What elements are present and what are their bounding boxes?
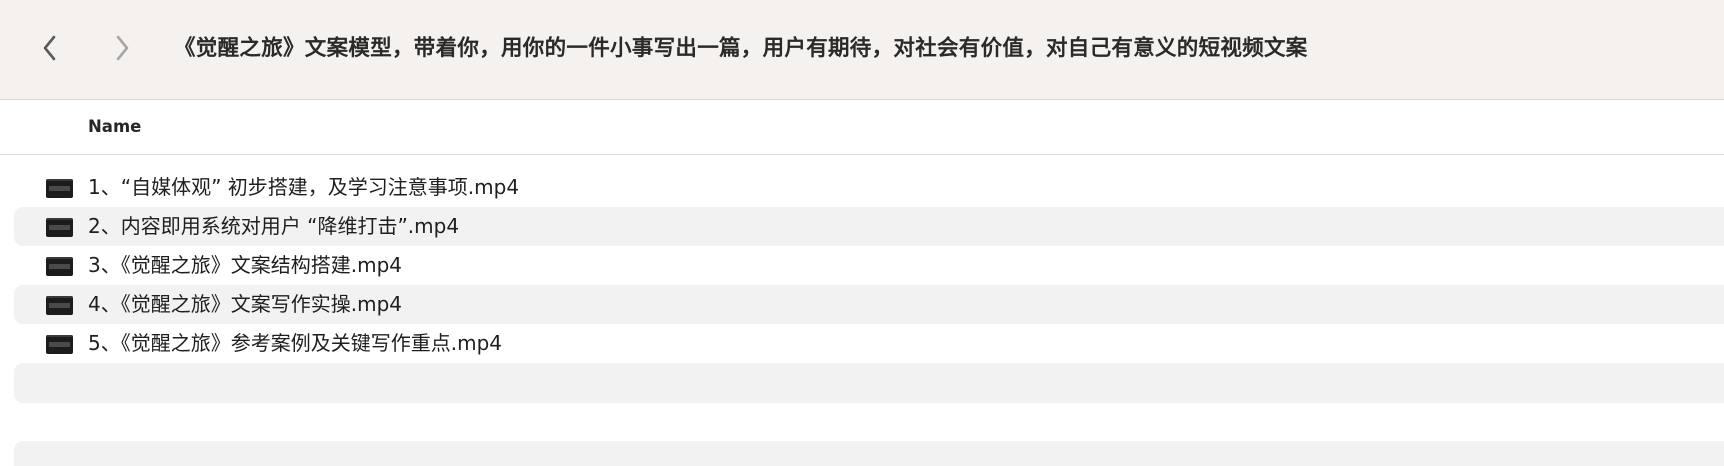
finder-window: 《觉醒之旅》文案模型，带着你，用你的一件小事写出一篇，用户有期待，对社会有价值，… — [0, 0, 1724, 466]
video-file-icon — [46, 335, 73, 354]
chevron-left-icon — [43, 35, 56, 61]
file-name: 4、《觉醒之旅》文案写作实操.mp4 — [88, 292, 402, 316]
file-row[interactable]: 2、内容即用系统对用户 “降维打击”.mp4 — [14, 207, 1724, 246]
file-row[interactable]: 4、《觉醒之旅》文案写作实操.mp4 — [14, 285, 1724, 324]
empty-row-gap — [0, 403, 1724, 441]
file-row[interactable]: 3、《觉醒之旅》文案结构搭建.mp4 — [14, 246, 1724, 285]
video-file-icon — [46, 296, 73, 315]
toolbar: 《觉醒之旅》文案模型，带着你，用你的一件小事写出一篇，用户有期待，对社会有价值，… — [0, 0, 1724, 100]
file-name: 1、“自媒体观” 初步搭建，及学习注意事项.mp4 — [88, 175, 520, 199]
chevron-right-icon — [116, 35, 129, 61]
name-column-header[interactable]: Name — [88, 114, 141, 140]
empty-row — [14, 441, 1724, 466]
forward-button[interactable] — [100, 26, 144, 70]
video-file-icon — [46, 179, 73, 198]
list-column-header: Name — [0, 100, 1724, 155]
file-name: 2、内容即用系统对用户 “降维打击”.mp4 — [88, 214, 460, 238]
file-list: 1、“自媒体观” 初步搭建，及学习注意事项.mp4 2、内容即用系统对用户 “降… — [0, 168, 1724, 466]
video-file-icon — [46, 218, 73, 237]
back-button[interactable] — [28, 26, 72, 70]
video-file-icon — [46, 257, 73, 276]
empty-row — [14, 363, 1724, 403]
window-title: 《觉醒之旅》文案模型，带着你，用你的一件小事写出一篇，用户有期待，对社会有价值，… — [174, 36, 1308, 61]
file-row[interactable]: 5、《觉醒之旅》参考案例及关键写作重点.mp4 — [14, 324, 1724, 363]
file-name: 5、《觉醒之旅》参考案例及关键写作重点.mp4 — [88, 331, 502, 355]
file-row[interactable]: 1、“自媒体观” 初步搭建，及学习注意事项.mp4 — [14, 168, 1724, 207]
file-name: 3、《觉醒之旅》文案结构搭建.mp4 — [88, 253, 402, 277]
